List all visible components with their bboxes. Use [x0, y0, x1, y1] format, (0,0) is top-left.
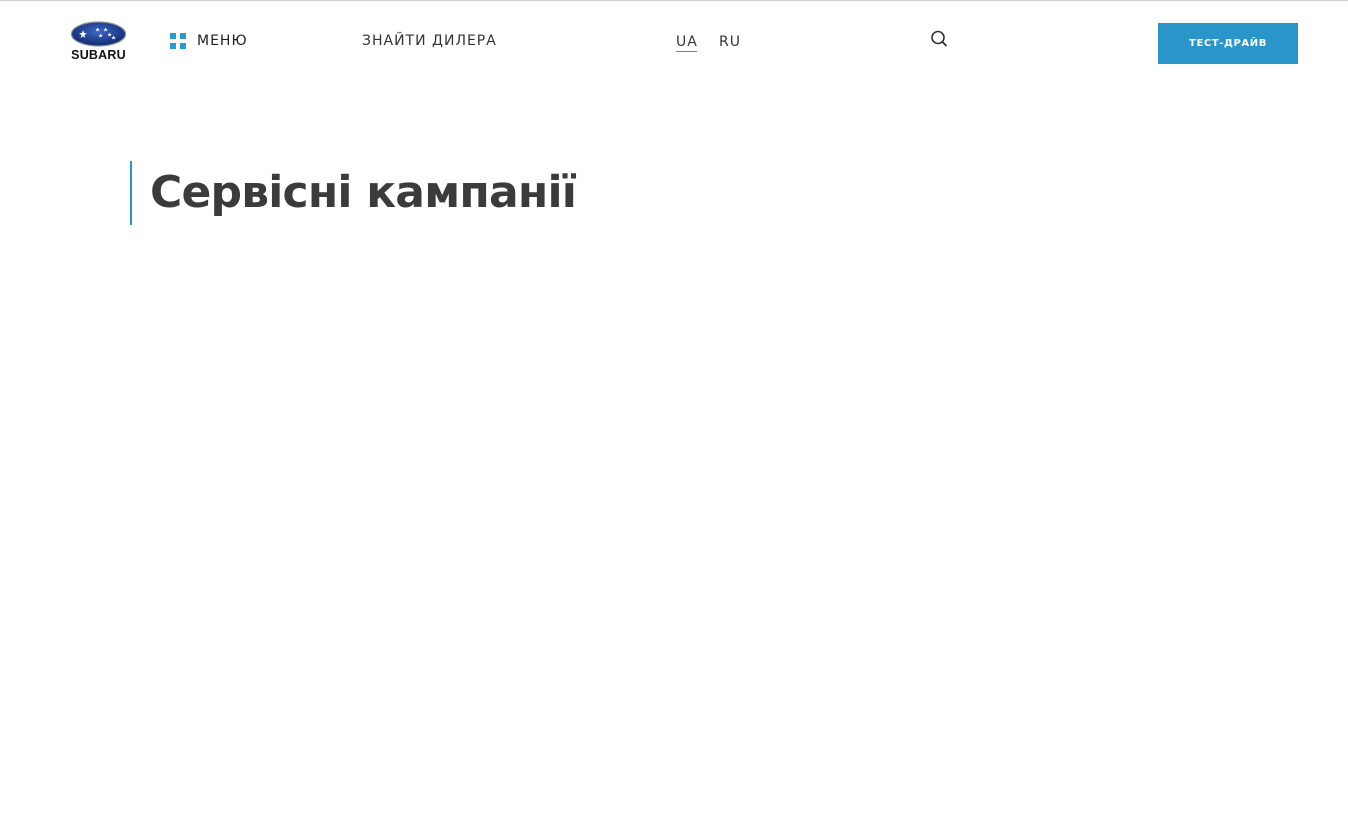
subaru-emblem-icon	[70, 21, 127, 47]
subaru-logo[interactable]: SUBARU	[64, 20, 133, 63]
language-ru-label: RU	[719, 34, 741, 50]
language-ua[interactable]: UA	[676, 32, 698, 52]
menu-label: МЕНЮ	[197, 33, 248, 49]
page-title-block: Сервісні кампанії	[130, 161, 577, 225]
grid-menu-icon	[170, 33, 186, 49]
site-header: SUBARU МЕНЮ ЗНАЙТИ ДИЛЕРА UA RU ТЕСТ-ДРА…	[0, 1, 1348, 83]
logo-wordmark: SUBARU	[71, 48, 126, 62]
active-language-underline	[676, 51, 697, 52]
language-ru[interactable]: RU	[719, 32, 741, 52]
search-icon[interactable]	[929, 29, 949, 49]
page-title: Сервісні кампанії	[150, 167, 577, 218]
test-drive-button[interactable]: ТЕСТ-ДРАЙВ	[1158, 23, 1298, 64]
language-ua-label: UA	[676, 34, 698, 50]
menu-button[interactable]: МЕНЮ	[170, 31, 248, 51]
find-dealer-link[interactable]: ЗНАЙТИ ДИЛЕРА	[362, 31, 497, 51]
